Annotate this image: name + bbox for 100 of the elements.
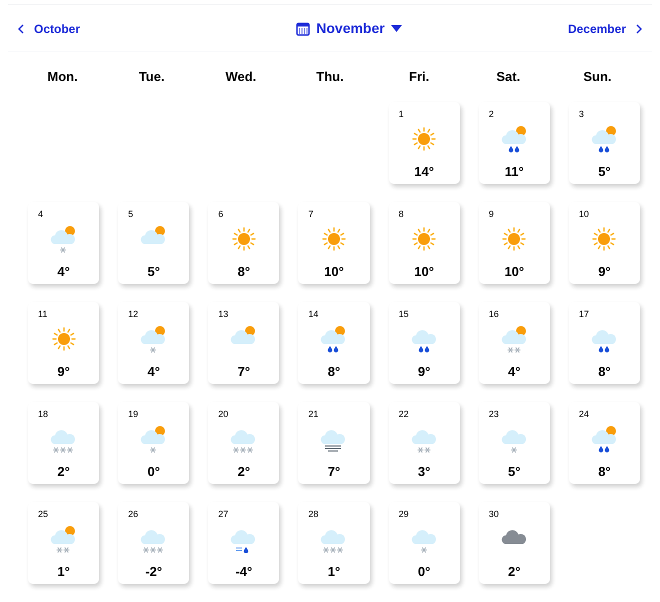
snow-sun-icon bbox=[500, 326, 528, 353]
day-number: 8 bbox=[398, 208, 405, 220]
day-card[interactable]: 1 14° bbox=[388, 102, 460, 184]
previous-month-link[interactable]: October bbox=[18, 20, 80, 38]
weekday-header: Fri. bbox=[408, 68, 430, 86]
day-number: 6 bbox=[218, 208, 224, 220]
rain-sun-icon bbox=[590, 426, 618, 453]
day-number: 25 bbox=[38, 508, 50, 520]
temperature: 8° bbox=[597, 463, 612, 481]
day-number: 10 bbox=[578, 208, 590, 220]
day-card[interactable]: 22 3° bbox=[388, 402, 460, 484]
day-number: 3 bbox=[578, 108, 585, 120]
day-card[interactable]: 12 4° bbox=[118, 302, 190, 384]
rain-cloud-icon bbox=[410, 328, 438, 353]
sun-icon bbox=[232, 227, 256, 251]
weekday-header: Sat. bbox=[495, 68, 522, 86]
day-card[interactable]: 6 8° bbox=[208, 202, 280, 284]
weekday-header: Mon. bbox=[46, 68, 79, 86]
day-card[interactable]: 23 5° bbox=[478, 402, 550, 484]
temperature: 8° bbox=[236, 263, 252, 281]
day-card[interactable]: 4 4° bbox=[28, 202, 100, 284]
day-card[interactable]: 16 4° bbox=[478, 302, 550, 384]
day-card[interactable]: 2 11° bbox=[478, 102, 550, 184]
temperature: 2° bbox=[56, 463, 71, 481]
day-card[interactable]: 10 9° bbox=[568, 202, 640, 284]
snow-sun-icon bbox=[50, 526, 78, 553]
day-card[interactable]: 17 8° bbox=[568, 302, 640, 384]
day-number: 12 bbox=[128, 308, 140, 320]
weekday-header: Tue. bbox=[138, 68, 166, 86]
temperature: 4° bbox=[146, 363, 161, 381]
sun-icon bbox=[52, 327, 76, 351]
weekday-header: Thu. bbox=[315, 68, 345, 86]
day-number: 29 bbox=[398, 508, 410, 520]
day-number: 21 bbox=[308, 408, 320, 420]
day-number: 24 bbox=[578, 408, 590, 420]
next-month-link[interactable]: December bbox=[568, 20, 642, 38]
day-number: 9 bbox=[488, 208, 495, 220]
cloud-icon bbox=[500, 528, 528, 544]
temperature: 7° bbox=[236, 363, 252, 381]
snow-cloud-icon bbox=[500, 428, 528, 453]
temperature: 0° bbox=[416, 563, 432, 581]
day-card[interactable]: 3 5° bbox=[568, 102, 640, 184]
temperature: 3° bbox=[416, 463, 432, 481]
day-card[interactable]: 30 2° bbox=[478, 502, 550, 584]
temperature: 11° bbox=[504, 163, 525, 181]
temperature: 5° bbox=[507, 463, 522, 481]
day-card[interactable]: 19 0° bbox=[118, 402, 190, 484]
day-card[interactable]: 9 10° bbox=[478, 202, 550, 284]
day-card[interactable]: 24 8° bbox=[568, 402, 640, 484]
day-number: 17 bbox=[578, 308, 590, 320]
fog-icon bbox=[320, 428, 348, 453]
sun-icon bbox=[592, 227, 616, 251]
sun-icon bbox=[412, 127, 436, 151]
day-number: 27 bbox=[218, 508, 230, 520]
temperature: 2° bbox=[507, 563, 522, 581]
day-number: 14 bbox=[308, 308, 320, 320]
day-card[interactable]: 27 -4° bbox=[208, 502, 280, 584]
day-card[interactable]: 20 2° bbox=[208, 402, 280, 484]
temperature: 10° bbox=[323, 263, 345, 281]
day-card[interactable]: 13 7° bbox=[208, 302, 280, 384]
day-card[interactable]: 15 9° bbox=[388, 302, 460, 384]
sun-icon bbox=[322, 227, 346, 251]
temperature: 14° bbox=[413, 163, 435, 181]
snow-cloud-icon bbox=[50, 428, 78, 453]
day-card[interactable]: 8 10° bbox=[388, 202, 460, 284]
temperature: 1° bbox=[326, 563, 342, 581]
day-card[interactable]: 14 8° bbox=[298, 302, 370, 384]
day-number: 26 bbox=[128, 508, 140, 520]
rain-sun-icon bbox=[590, 126, 618, 153]
temperature: 9° bbox=[416, 363, 432, 381]
snow-sun-icon bbox=[140, 326, 168, 353]
snow-cloud-icon bbox=[140, 528, 168, 553]
temperature: 7° bbox=[326, 463, 342, 481]
temperature: 2° bbox=[236, 463, 252, 481]
day-card[interactable]: 28 1° bbox=[298, 502, 370, 584]
day-number: 16 bbox=[488, 308, 500, 320]
day-number: 30 bbox=[488, 508, 500, 520]
chevron-left-icon bbox=[18, 24, 24, 34]
rain-sun-icon bbox=[320, 326, 348, 353]
day-card[interactable]: 26 -2° bbox=[118, 502, 190, 584]
day-card[interactable]: 25 1° bbox=[28, 502, 100, 584]
temperature: 9° bbox=[597, 263, 612, 281]
snow-cloud-icon bbox=[410, 428, 438, 453]
day-number: 18 bbox=[38, 408, 50, 420]
month-dropdown[interactable]: November bbox=[296, 18, 402, 39]
day-card[interactable]: 7 10° bbox=[298, 202, 370, 284]
temperature: 8° bbox=[326, 363, 342, 381]
day-number: 13 bbox=[218, 308, 230, 320]
temperature: -2° bbox=[144, 563, 164, 581]
day-number: 4 bbox=[38, 208, 44, 220]
day-card[interactable]: 21 7° bbox=[298, 402, 370, 484]
chevron-right-icon bbox=[636, 24, 642, 34]
day-card[interactable]: 5 5° bbox=[118, 202, 190, 284]
day-card[interactable]: 29 0° bbox=[388, 502, 460, 584]
sun-icon bbox=[502, 227, 526, 251]
weekday-header: Wed. bbox=[224, 68, 258, 86]
day-card[interactable]: 18 2° bbox=[28, 402, 100, 484]
day-card[interactable]: 11 9° bbox=[28, 302, 100, 384]
temperature: 5° bbox=[597, 163, 612, 181]
temperature: 8° bbox=[597, 363, 612, 381]
